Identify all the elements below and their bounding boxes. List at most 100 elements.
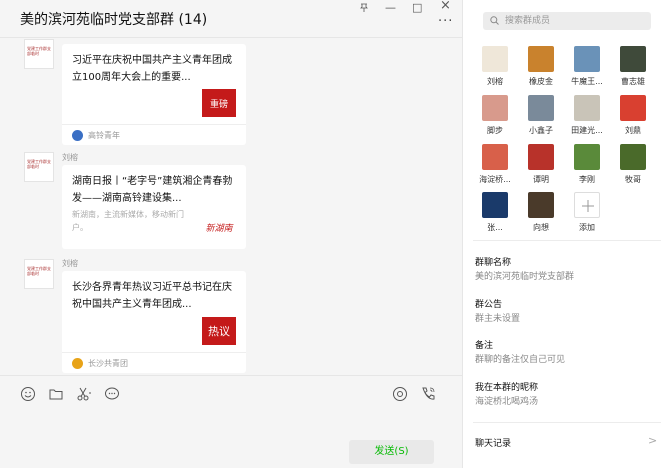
- plus-icon: [574, 192, 600, 218]
- member-name: 脚步: [487, 126, 503, 135]
- member-name: 刘鼎: [625, 126, 641, 135]
- member-avatar: [528, 144, 554, 170]
- send-button[interactable]: 发送(S): [349, 440, 434, 464]
- group-notice-section[interactable]: 群公告 群主未设置: [475, 299, 660, 326]
- member-item[interactable]: 刘榕: [475, 46, 515, 87]
- member-avatar: [620, 144, 646, 170]
- more-options-button[interactable]: ···: [438, 14, 453, 29]
- chat-panel: 美的滨河苑临时党支部群 (14) — □ × ··· 党建工作群支部临时 习近平…: [0, 0, 462, 468]
- member-item[interactable]: 脚步: [475, 95, 515, 136]
- card-title: 习近平在庆祝中国共产主义青年团成立100周年大会上的重要...: [72, 55, 232, 83]
- group-notice-value: 群主未设置: [475, 314, 521, 324]
- member-name: 李刚: [579, 175, 595, 184]
- member-name: 海淀桥...: [479, 175, 511, 184]
- member-avatar: [528, 192, 554, 218]
- minimize-button[interactable]: —: [385, 2, 396, 14]
- pin-icon[interactable]: [360, 3, 368, 12]
- member-avatar: [482, 144, 508, 170]
- member-name: 添加: [579, 223, 595, 232]
- nickname-section[interactable]: 我在本群的昵称 海淀桥北喝鸡汤: [475, 382, 660, 409]
- nickname-value: 海淀桥北喝鸡汤: [475, 397, 539, 407]
- card-description: 新湖南，主流新媒体，移动新门户。: [72, 210, 184, 232]
- member-item[interactable]: 牛魔王...: [567, 46, 607, 87]
- member-item[interactable]: 李刚: [567, 144, 607, 185]
- member-avatar: [482, 192, 508, 218]
- member-name: 小鑫子: [529, 126, 553, 135]
- member-item[interactable]: 海淀桥...: [475, 144, 515, 185]
- group-name-value: 美的滨河苑临时党支部群: [475, 272, 575, 282]
- member-avatar: [574, 144, 600, 170]
- card-source: 高铃青年: [62, 124, 246, 145]
- chat-title: 美的滨河苑临时党支部群 (14): [20, 12, 208, 28]
- divider: [473, 422, 661, 423]
- phone-call-icon[interactable]: [420, 386, 436, 402]
- group-name-section[interactable]: 群聊名称 美的滨河苑临时党支部群: [475, 257, 660, 284]
- link-card[interactable]: 长沙各界青年热议习近平总书记在庆祝中国共产主义青年团成... 热议 长沙共青团: [62, 271, 246, 373]
- card-title: 长沙各界青年热议习近平总书记在庆祝中国共产主义青年团成...: [72, 282, 232, 310]
- wechat-window: 美的滨河苑临时党支部群 (14) — □ × ··· 党建工作群支部临时 习近平…: [0, 0, 670, 468]
- link-card[interactable]: 湖南日报丨“老字号”建筑湘企青春勃发——湖南高铃建设集... 新湖南，主流新媒体…: [62, 165, 246, 249]
- sender-avatar[interactable]: 党建工作群支部临时: [24, 152, 54, 182]
- member-item[interactable]: 张...: [475, 192, 515, 233]
- close-button[interactable]: ×: [440, 0, 451, 12]
- add-member-button[interactable]: 添加: [567, 192, 607, 233]
- remark-value: 群聊的备注仅自己可见: [475, 355, 566, 365]
- group-info-sidebar: 搜索群成员 刘榕 橡皮金 牛魔王... 曹志雄脚步 小鑫子 田建光... 刘鼎海淀桥... 谭…: [462, 0, 670, 468]
- member-item[interactable]: 刘鼎: [613, 95, 653, 136]
- remark-section[interactable]: 备注 群聊的备注仅自己可见: [475, 340, 660, 367]
- scissors-icon[interactable]: [76, 386, 92, 402]
- source-name: 高铃青年: [88, 131, 120, 140]
- member-avatar: [528, 46, 554, 72]
- chat-bubble-icon[interactable]: [104, 386, 120, 402]
- divider: [473, 240, 661, 241]
- group-name-label: 群聊名称: [475, 258, 512, 268]
- sender-name: 刘榕: [62, 153, 78, 162]
- search-icon: [490, 16, 499, 25]
- member-item[interactable]: 牧哥: [613, 144, 653, 185]
- member-avatar: [574, 95, 600, 121]
- member-avatar: [620, 46, 646, 72]
- card-thumbnail: 重磅: [202, 89, 236, 117]
- emoji-icon[interactable]: [20, 386, 36, 402]
- member-name: 牧哥: [625, 175, 641, 184]
- member-item[interactable]: 小鑫子: [521, 95, 561, 136]
- source-logo-icon: [72, 358, 83, 369]
- chat-history-link[interactable]: 聊天记录: [475, 436, 511, 449]
- input-toolbar: [0, 375, 462, 413]
- chat-header: 美的滨河苑临时党支部群 (14) — □ × ···: [0, 0, 462, 38]
- member-avatar: [482, 46, 508, 72]
- sender-name: 刘榕: [62, 259, 78, 268]
- source-logo-icon: [72, 130, 83, 141]
- member-name: 谭明: [533, 175, 549, 184]
- search-placeholder: 搜索群成员: [505, 16, 551, 26]
- chevron-right-icon: >: [648, 434, 658, 447]
- group-notice-label: 群公告: [475, 300, 503, 310]
- member-item[interactable]: 谭明: [521, 144, 561, 185]
- member-name: 刘榕: [487, 77, 503, 86]
- member-name: 向想: [533, 223, 549, 232]
- live-icon[interactable]: [392, 386, 408, 402]
- member-name: 橡皮金: [529, 77, 553, 86]
- folder-icon[interactable]: [48, 386, 64, 402]
- remark-label: 备注: [475, 341, 494, 351]
- card-title: 湖南日报丨“老字号”建筑湘企青春勃发——湖南高铃建设集...: [72, 176, 233, 204]
- card-source: 长沙共青团: [62, 352, 246, 373]
- message-list[interactable]: 党建工作群支部临时 习近平在庆祝中国共产主义青年团成立100周年大会上的重要..…: [0, 39, 462, 375]
- member-item[interactable]: 曹志雄: [613, 46, 653, 87]
- source-name: 长沙共青团: [88, 359, 128, 368]
- member-avatar: [528, 95, 554, 121]
- member-item[interactable]: 田建光...: [567, 95, 607, 136]
- member-item[interactable]: 橡皮金: [521, 46, 561, 87]
- link-card[interactable]: 习近平在庆祝中国共产主义青年团成立100周年大会上的重要... 重磅 高铃青年: [62, 44, 246, 145]
- card-thumbnail: 新湖南: [202, 213, 236, 241]
- member-search-input[interactable]: 搜索群成员: [483, 12, 651, 30]
- sender-avatar[interactable]: 党建工作群支部临时: [24, 259, 54, 289]
- member-name: 田建光...: [571, 126, 603, 135]
- maximize-button[interactable]: □: [412, 2, 422, 14]
- sender-avatar[interactable]: 党建工作群支部临时: [24, 39, 54, 69]
- member-item[interactable]: 向想: [521, 192, 561, 233]
- member-avatar: [620, 95, 646, 121]
- member-avatar: [482, 95, 508, 121]
- card-thumbnail: 热议: [202, 317, 236, 345]
- member-avatar: [574, 46, 600, 72]
